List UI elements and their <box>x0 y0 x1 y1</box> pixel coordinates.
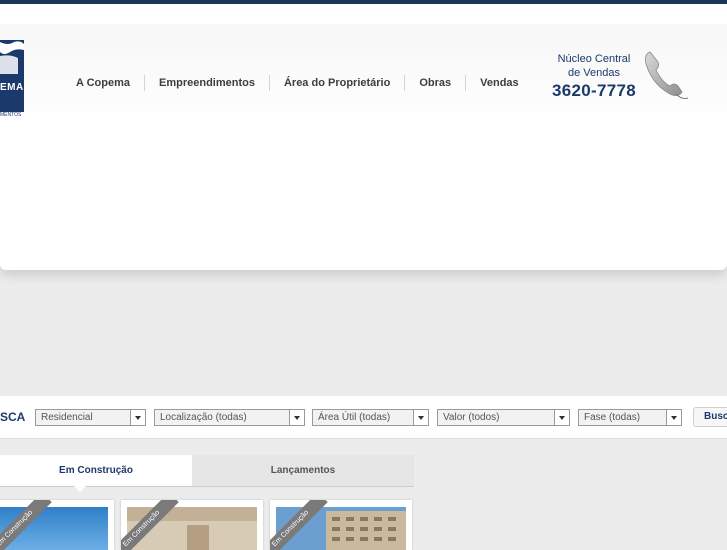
dropdown-arrow-icon <box>666 410 681 425</box>
header: EMA MENTOS A Copema Empreendimentos Área… <box>0 4 727 270</box>
tab-lancamentos[interactable]: Lançamentos <box>192 455 414 486</box>
type-select-value: Residencial <box>41 412 93 423</box>
area-select[interactable]: Área Útil (todas) <box>312 409 429 426</box>
project-tabs: Em Construção Lançamentos <box>0 455 414 492</box>
area-select-value: Área Útil (todas) <box>318 412 391 423</box>
sales-phone-number[interactable]: 3620-7778 <box>548 80 640 102</box>
logo-mark-icon <box>0 41 24 74</box>
value-select-value: Valor (todos) <box>443 412 500 423</box>
nav-item-obras[interactable]: Obras <box>404 75 465 91</box>
logo-subtitle: MENTOS <box>0 112 22 118</box>
location-select[interactable]: Localização (todas) <box>154 409 305 426</box>
phase-select-value: Fase (todas) <box>584 412 641 423</box>
type-select[interactable]: Residencial <box>35 409 146 426</box>
sales-title-line1: Núcleo Central <box>557 53 631 65</box>
nav-item-vendas[interactable]: Vendas <box>465 75 533 91</box>
nav-item-empreendimentos[interactable]: Empreendimentos <box>144 75 269 91</box>
sales-contact: Núcleo Central de Vendas 3620-7778 <box>548 52 640 102</box>
phase-select[interactable]: Fase (todas) <box>578 409 682 426</box>
logo[interactable]: EMA MENTOS <box>0 40 26 120</box>
project-card[interactable]: Em Construção <box>121 500 263 550</box>
logo-text: EMA <box>0 82 24 93</box>
logo-block: EMA <box>0 40 24 112</box>
dropdown-arrow-icon <box>413 410 428 425</box>
search-button[interactable]: Busca <box>693 407 727 427</box>
dropdown-arrow-icon <box>289 410 304 425</box>
tab-em-construcao[interactable]: Em Construção <box>0 455 192 492</box>
dropdown-arrow-icon <box>130 410 145 425</box>
phone-icon <box>645 51 689 99</box>
search-bar: SCA Residencial Localização (todas) Área… <box>0 396 727 439</box>
location-select-value: Localização (todas) <box>160 412 247 423</box>
value-select[interactable]: Valor (todos) <box>437 409 570 426</box>
project-card[interactable]: Em Construção <box>0 500 114 550</box>
nav-item-a-copema[interactable]: A Copema <box>62 75 144 91</box>
sales-title-line2: de Vendas <box>568 67 620 79</box>
search-label: SCA <box>0 410 26 424</box>
main-nav: A Copema Empreendimentos Área do Proprie… <box>62 74 533 92</box>
project-card[interactable]: Em Construção <box>270 500 412 550</box>
dropdown-arrow-icon <box>554 410 569 425</box>
nav-item-area-do-proprietario[interactable]: Área do Proprietário <box>268 75 404 91</box>
